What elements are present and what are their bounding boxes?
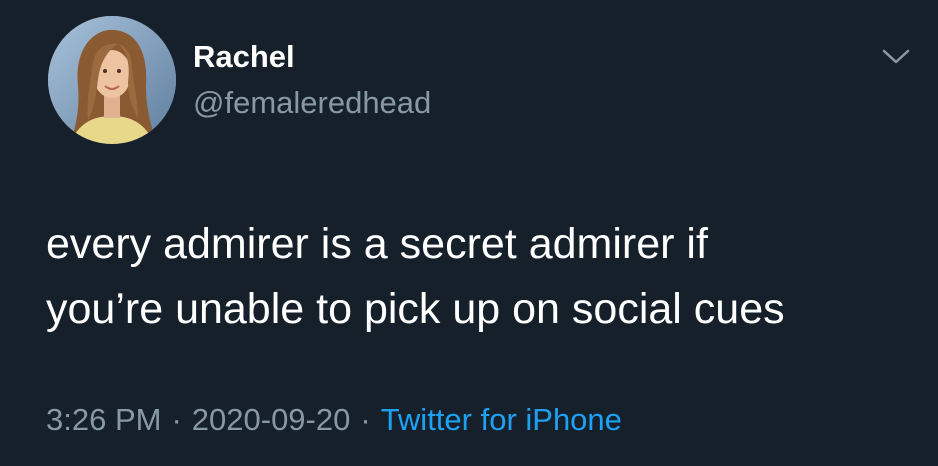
tweet-card: Rachel @femaleredhead every admirer is a…: [0, 0, 938, 466]
tweet-source-link[interactable]: Twitter for iPhone: [381, 402, 622, 437]
tweet-meta: 3:26 PM · 2020-09-20 · Twitter for iPhone: [46, 400, 622, 440]
author-name[interactable]: Rachel: [193, 38, 295, 76]
tweet-text-line: every admirer is a secret admirer if: [46, 220, 708, 268]
tweet-time[interactable]: 3:26 PM: [46, 402, 161, 437]
avatar[interactable]: [48, 16, 176, 144]
tweet-text-line: you’re unable to pick up on social cues: [46, 285, 785, 333]
tweet-text: every admirer is a secret admirer if you…: [46, 212, 926, 342]
chevron-down-icon[interactable]: [878, 42, 914, 72]
author-handle[interactable]: @femaleredhead: [193, 84, 431, 122]
meta-separator: ·: [360, 402, 371, 437]
tweet-date[interactable]: 2020-09-20: [192, 402, 351, 437]
meta-separator: ·: [171, 402, 182, 437]
profile-photo-icon: [48, 16, 176, 144]
